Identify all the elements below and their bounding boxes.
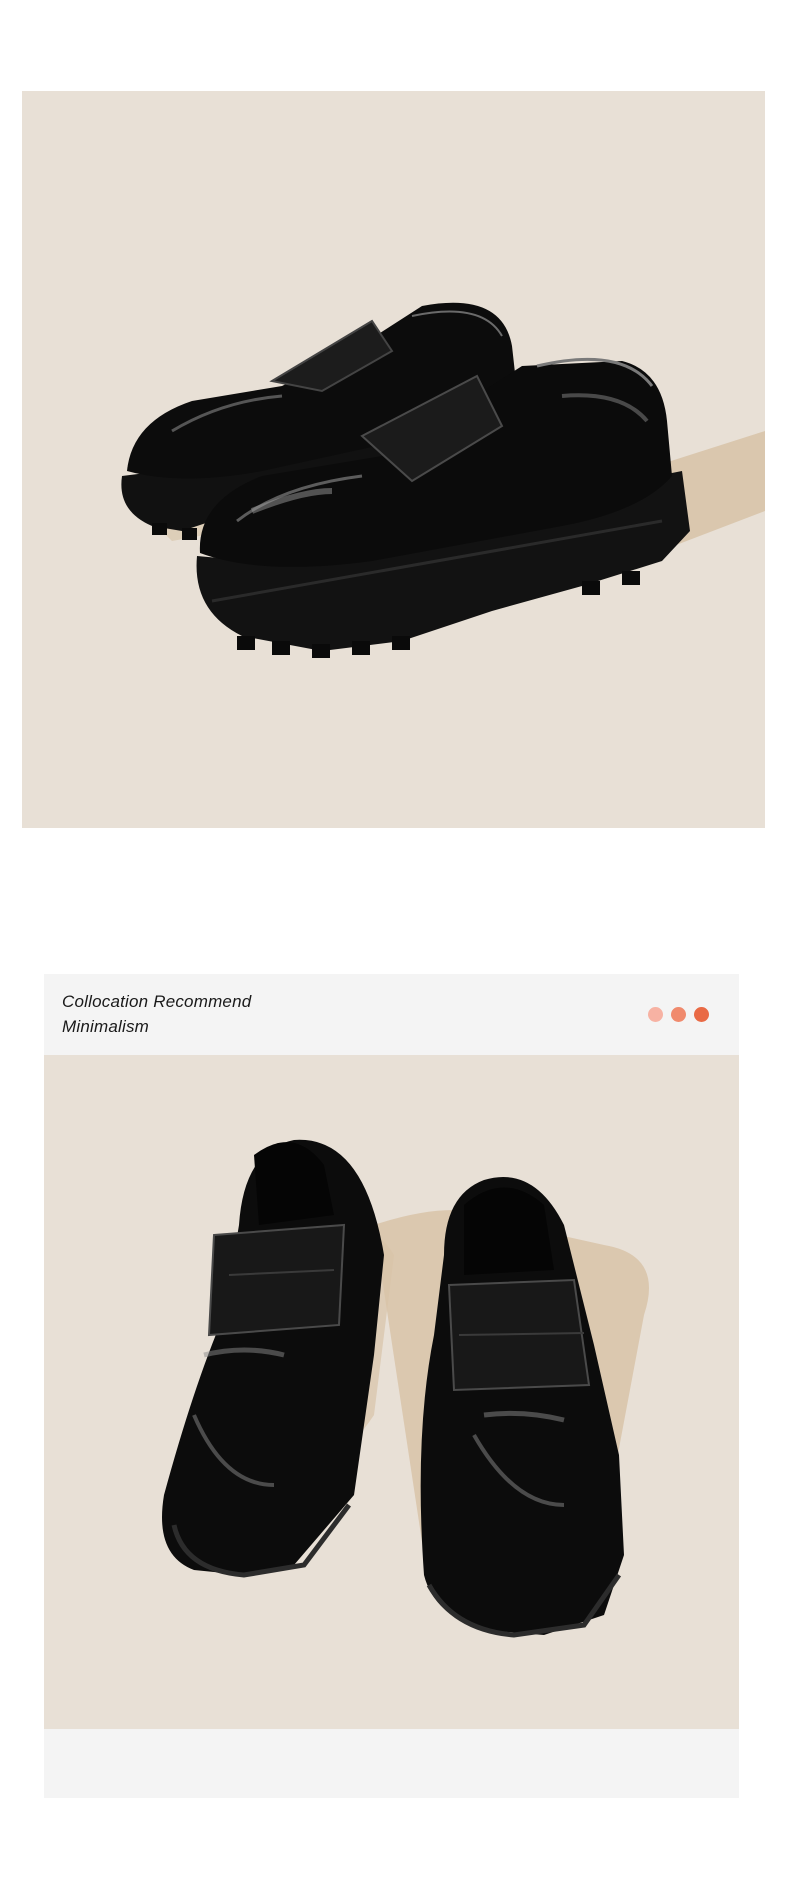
card-footer [44,1729,739,1798]
collocation-card: Collocation Recommend Minimalism [44,974,739,1798]
color-dot-2 [671,1007,686,1022]
card-header: Collocation Recommend Minimalism [44,974,739,1055]
loafers-side-view-icon [121,302,765,658]
color-dots [648,1007,709,1022]
card-title: Collocation Recommend [62,992,252,1011]
product-photo-side [22,91,765,828]
card-subtitle: Minimalism [62,1017,149,1036]
color-dot-1 [648,1007,663,1022]
product-photo-front [44,1055,739,1729]
loafers-front-view-icon [162,1139,649,1638]
color-dot-3 [694,1007,709,1022]
